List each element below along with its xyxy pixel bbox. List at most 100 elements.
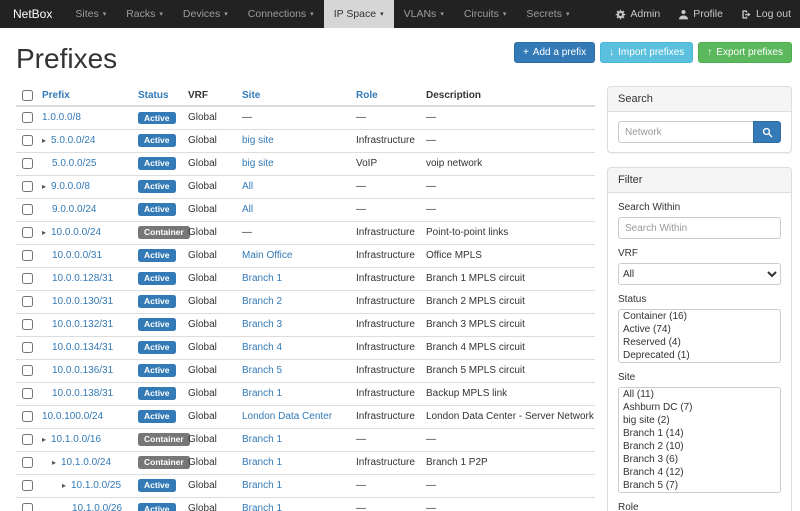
nav-item-racks[interactable]: Racks ▾ xyxy=(116,0,173,28)
row-checkbox[interactable] xyxy=(22,342,33,353)
site-link[interactable]: big site xyxy=(242,135,274,146)
prefix-link[interactable]: 10.1.0.0/24 xyxy=(61,457,111,468)
status-cell: Active xyxy=(132,244,182,267)
row-checkbox[interactable] xyxy=(22,296,33,307)
nav-item-devices[interactable]: Devices ▾ xyxy=(173,0,238,28)
prefix-link[interactable]: 10.0.0.0/24 xyxy=(51,227,101,238)
listbox-option-container-16-[interactable]: Container (16) xyxy=(619,310,780,323)
site-link[interactable]: Branch 1 xyxy=(242,434,282,445)
column-header-status[interactable]: Status xyxy=(132,86,182,106)
prefix-link[interactable]: 10.0.0.136/31 xyxy=(52,365,113,376)
row-checkbox[interactable] xyxy=(22,158,33,169)
import-prefixes-button[interactable]: ↓ Import prefixes xyxy=(600,42,693,63)
row-checkbox[interactable] xyxy=(22,319,33,330)
role-value: — xyxy=(356,434,366,445)
site-link[interactable]: Branch 2 xyxy=(242,296,282,307)
site-link[interactable]: Branch 3 xyxy=(242,319,282,330)
listbox-option-branch-2-10-[interactable]: Branch 2 (10) xyxy=(619,440,780,453)
row-checkbox[interactable] xyxy=(22,273,33,284)
row-checkbox[interactable] xyxy=(22,365,33,376)
row-checkbox[interactable] xyxy=(22,135,33,146)
chevron-down-icon: ▾ xyxy=(380,11,384,18)
row-checkbox[interactable] xyxy=(22,434,33,445)
vrf-cell: Global xyxy=(182,221,236,244)
site-link[interactable]: Branch 4 xyxy=(242,342,282,353)
prefix-link[interactable]: 10.1.0.0/26 xyxy=(72,503,122,511)
listbox-option-reserved-4-[interactable]: Reserved (4) xyxy=(619,336,780,349)
row-checkbox[interactable] xyxy=(22,411,33,422)
site-link[interactable]: All xyxy=(242,204,253,215)
listbox-option-branch-1-14-[interactable]: Branch 1 (14) xyxy=(619,427,780,440)
site-link[interactable]: Branch 1 xyxy=(242,388,282,399)
prefix-link[interactable]: 10.0.0.134/31 xyxy=(52,342,113,353)
status-listbox[interactable]: Container (16)Active (74)Reserved (4)Dep… xyxy=(618,309,781,363)
nav-item-secrets[interactable]: Secrets ▾ xyxy=(516,0,579,28)
site-link[interactable]: Branch 5 xyxy=(242,365,282,376)
site-link[interactable]: Branch 1 xyxy=(242,503,282,511)
search-button[interactable] xyxy=(753,121,781,143)
nav-item-connections[interactable]: Connections ▾ xyxy=(238,0,324,28)
export-prefixes-button[interactable]: ↑ Export prefixes xyxy=(698,42,792,63)
prefix-link[interactable]: 10.0.0.128/31 xyxy=(52,273,113,284)
nav-item-ip-space[interactable]: IP Space ▾ xyxy=(324,0,394,28)
prefix-link[interactable]: 10.0.100.0/24 xyxy=(42,411,103,422)
listbox-option-branch-4-12-[interactable]: Branch 4 (12) xyxy=(619,466,780,479)
prefix-link[interactable]: 10.1.0.0/25 xyxy=(71,480,121,491)
site-link[interactable]: big site xyxy=(242,158,274,169)
prefix-link[interactable]: 10.1.0.0/16 xyxy=(51,434,101,445)
row-checkbox[interactable] xyxy=(22,250,33,261)
listbox-option-branch-5-7-[interactable]: Branch 5 (7) xyxy=(619,479,780,492)
search-input[interactable] xyxy=(618,121,753,143)
vrf-select[interactable]: All xyxy=(618,263,781,285)
prefix-link[interactable]: 5.0.0.0/24 xyxy=(51,135,95,146)
prefix-link[interactable]: 5.0.0.0/25 xyxy=(52,158,96,169)
column-header-role[interactable]: Role xyxy=(350,86,420,106)
row-checkbox-cell xyxy=(16,129,36,152)
row-checkbox-cell xyxy=(16,359,36,382)
nav-item-log-out[interactable]: Log out xyxy=(732,0,800,28)
column-header-site[interactable]: Site xyxy=(236,86,350,106)
listbox-option-all-11-[interactable]: All (11) xyxy=(619,388,780,401)
vrf-cell: Global xyxy=(182,428,236,451)
row-checkbox[interactable] xyxy=(22,388,33,399)
listbox-option-ashburn-dc-7-[interactable]: Ashburn DC (7) xyxy=(619,401,780,414)
nav-item-admin[interactable]: Admin xyxy=(606,0,669,28)
select-all-checkbox[interactable] xyxy=(22,90,33,101)
row-checkbox[interactable] xyxy=(22,181,33,192)
prefix-link[interactable]: 1.0.0.0/8 xyxy=(42,112,81,123)
site-link[interactable]: Main Office xyxy=(242,250,292,261)
listbox-option-deprecated-1-[interactable]: Deprecated (1) xyxy=(619,349,780,362)
nav-item-vlans[interactable]: VLANs ▾ xyxy=(394,0,454,28)
site-link[interactable]: Branch 1 xyxy=(242,457,282,468)
nav-item-circuits[interactable]: Circuits ▾ xyxy=(454,0,517,28)
site-link[interactable]: London Data Center xyxy=(242,411,332,422)
nav-item-profile[interactable]: Profile xyxy=(669,0,732,28)
listbox-option-active-74-[interactable]: Active (74) xyxy=(619,323,780,336)
row-checkbox[interactable] xyxy=(22,480,33,491)
site-link[interactable]: Branch 1 xyxy=(242,480,282,491)
column-header-prefix[interactable]: Prefix xyxy=(36,86,132,106)
prefix-cell: ▸10.0.0.134/31 xyxy=(36,336,132,359)
listbox-option-colo-1-dc-4-[interactable]: COLO-1 DC (4) xyxy=(619,492,780,493)
brand-link[interactable]: NetBox xyxy=(0,0,65,28)
listbox-option-branch-3-6-[interactable]: Branch 3 (6) xyxy=(619,453,780,466)
row-checkbox[interactable] xyxy=(22,227,33,238)
site-cell: Branch 1 xyxy=(236,474,350,497)
prefix-link[interactable]: 10.0.0.130/31 xyxy=(52,296,113,307)
prefix-link[interactable]: 9.0.0.0/8 xyxy=(51,181,90,192)
add-a-prefix-button[interactable]: + Add a prefix xyxy=(514,42,595,63)
prefix-link[interactable]: 9.0.0.0/24 xyxy=(52,204,96,215)
listbox-option-big-site-2-[interactable]: big site (2) xyxy=(619,414,780,427)
row-checkbox[interactable] xyxy=(22,204,33,215)
prefix-link[interactable]: 10.0.0.0/31 xyxy=(52,250,102,261)
row-checkbox[interactable] xyxy=(22,503,33,511)
row-checkbox[interactable] xyxy=(22,112,33,123)
prefix-link[interactable]: 10.0.0.132/31 xyxy=(52,319,113,330)
site-listbox[interactable]: All (11)Ashburn DC (7)big site (2)Branch… xyxy=(618,387,781,493)
search-within-input[interactable] xyxy=(618,217,781,239)
prefix-link[interactable]: 10.0.0.138/31 xyxy=(52,388,113,399)
row-checkbox[interactable] xyxy=(22,457,33,468)
site-link[interactable]: All xyxy=(242,181,253,192)
site-link[interactable]: Branch 1 xyxy=(242,273,282,284)
nav-item-sites[interactable]: Sites ▾ xyxy=(65,0,116,28)
